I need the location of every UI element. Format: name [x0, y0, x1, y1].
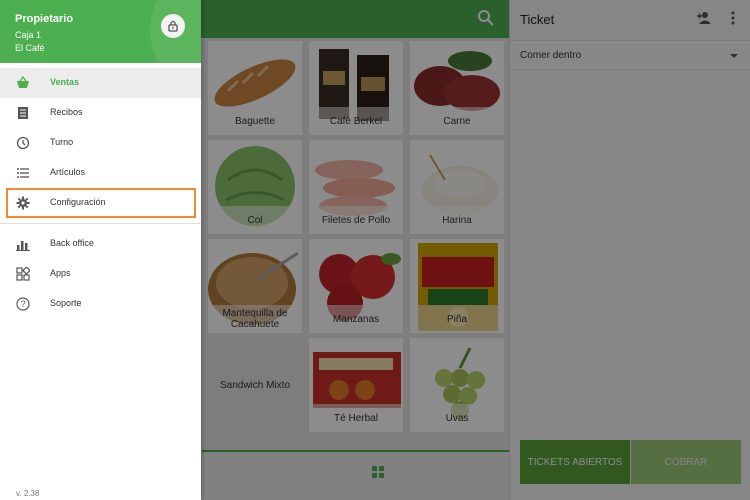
owner-name: Propietario	[15, 13, 74, 25]
dim-overlay[interactable]	[201, 0, 750, 500]
clock-icon	[16, 136, 30, 150]
menu-item-configuracion[interactable]: Configuración	[6, 188, 196, 218]
store-name: El Café	[15, 43, 45, 53]
navigation-drawer: Propietario Caja 1 El Café Ventas Recibo…	[0, 0, 201, 500]
register-name: Caja 1	[15, 30, 42, 40]
lock-button[interactable]	[161, 14, 185, 38]
menu-item-label: Soporte	[50, 298, 82, 308]
menu-divider	[0, 223, 201, 224]
menu-item-apps[interactable]: Apps	[0, 259, 201, 289]
help-icon: ?	[16, 297, 30, 311]
menu-item-label: Artículos	[50, 167, 86, 177]
basket-icon	[17, 76, 29, 88]
menu-item-back-office[interactable]: Back office	[0, 229, 201, 259]
svg-text:?: ?	[20, 299, 25, 309]
lock-icon	[168, 20, 178, 32]
menu-item-articulos[interactable]: Artículos	[0, 158, 201, 188]
menu-item-label: Configuración	[50, 197, 106, 207]
receipt-icon	[18, 107, 28, 119]
app-version: v. 2.38	[16, 489, 40, 498]
list-icon	[17, 168, 29, 178]
gear-icon	[16, 196, 30, 210]
menu-item-recibos[interactable]: Recibos	[0, 98, 201, 128]
menu-item-soporte[interactable]: ? Soporte	[0, 289, 201, 319]
apps-icon	[16, 267, 30, 281]
menu-item-label: Ventas	[50, 77, 80, 87]
bar-chart-icon	[16, 241, 30, 251]
menu-item-label: Turno	[50, 137, 74, 147]
menu-item-ventas[interactable]: Ventas	[0, 68, 201, 98]
drawer-header: Propietario Caja 1 El Café	[0, 0, 201, 63]
menu-item-turno[interactable]: Turno	[0, 128, 201, 158]
menu-item-label: Recibos	[50, 107, 83, 117]
menu-item-label: Apps	[50, 268, 71, 278]
menu-item-label: Back office	[50, 238, 94, 248]
